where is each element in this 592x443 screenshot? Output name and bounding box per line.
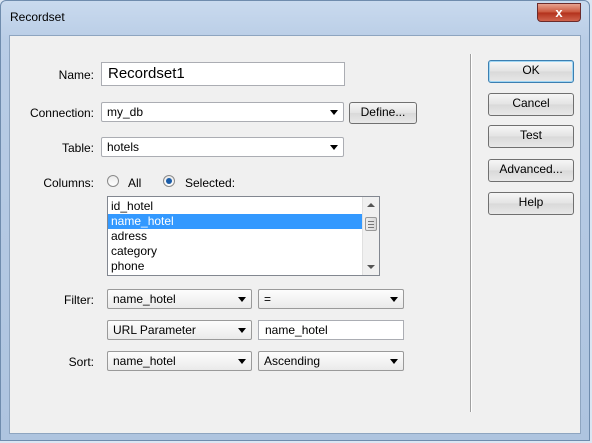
filter-source-select[interactable]: URL Parameter	[107, 320, 252, 340]
recordset-dialog: Recordset x Name: Recordset1 Connection:…	[0, 0, 590, 441]
list-item[interactable]: category	[108, 244, 379, 259]
scroll-down-icon[interactable]	[367, 265, 375, 269]
dialog-body: Name: Recordset1 Connection: my_db Defin…	[9, 35, 581, 434]
close-button[interactable]: x	[537, 3, 581, 22]
filter-source-value: URL Parameter	[113, 323, 196, 337]
sort-column-select[interactable]: name_hotel	[107, 351, 252, 371]
scroll-up-icon[interactable]	[367, 203, 375, 207]
sort-label: Sort:	[68, 355, 94, 369]
table-label: Table:	[61, 141, 94, 155]
sort-column-value: name_hotel	[113, 354, 176, 368]
columns-all-radio[interactable]	[107, 175, 119, 187]
sort-order-value: Ascending	[264, 354, 321, 368]
scroll-thumb[interactable]	[365, 217, 377, 231]
help-button[interactable]: Help	[488, 192, 574, 215]
list-item[interactable]: name_hotel	[108, 214, 379, 229]
name-label: Name:	[58, 68, 94, 82]
window-title: Recordset	[10, 10, 65, 24]
chevron-down-icon	[238, 359, 246, 364]
chevron-down-icon	[238, 328, 246, 333]
chevron-down-icon	[390, 359, 398, 364]
columns-scrollbar[interactable]	[362, 197, 379, 275]
list-item[interactable]: phone	[108, 259, 379, 274]
filter-column-select[interactable]: name_hotel	[107, 289, 252, 309]
connection-value: my_db	[107, 105, 144, 119]
table-value: hotels	[107, 140, 140, 154]
filter-column-value: name_hotel	[113, 292, 176, 306]
list-item[interactable]: adress	[108, 229, 379, 244]
chevron-down-icon	[238, 297, 246, 302]
separator	[470, 54, 472, 412]
name-field[interactable]: Recordset1	[101, 62, 345, 86]
advanced-button[interactable]: Advanced...	[488, 159, 574, 182]
define-button[interactable]: Define...	[349, 102, 417, 124]
chevron-down-icon	[390, 297, 398, 302]
connection-label: Connection:	[29, 106, 94, 120]
columns-all-label: All	[128, 176, 142, 190]
chevron-down-icon	[330, 110, 338, 115]
chevron-down-icon	[330, 145, 338, 150]
sort-order-select[interactable]: Ascending	[258, 351, 404, 371]
ok-button[interactable]: OK	[488, 60, 574, 83]
columns-selected-label: Selected:	[185, 176, 236, 190]
table-select[interactable]: hotels	[101, 137, 344, 157]
cancel-button[interactable]: Cancel	[488, 93, 574, 116]
filter-label: Filter:	[64, 293, 94, 307]
columns-label: Columns:	[43, 176, 94, 190]
close-icon: x	[555, 5, 563, 20]
list-item[interactable]: id_hotel	[108, 199, 379, 214]
filter-value-field[interactable]: name_hotel	[258, 320, 404, 340]
filter-operator-value: =	[264, 292, 272, 306]
test-button[interactable]: Test	[488, 125, 574, 148]
title-bar[interactable]: Recordset x	[1, 1, 589, 35]
connection-select[interactable]: my_db	[101, 102, 344, 122]
filter-operator-select[interactable]: =	[258, 289, 404, 309]
columns-listbox[interactable]: id_hotel name_hotel adress category phon…	[107, 196, 380, 276]
columns-selected-radio[interactable]	[163, 175, 175, 187]
